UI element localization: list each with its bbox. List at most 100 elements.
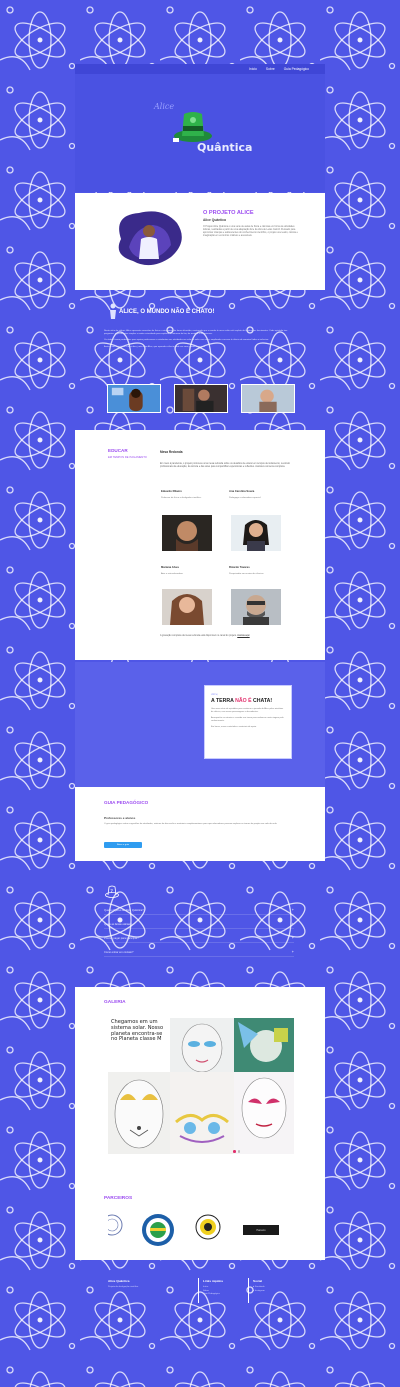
faq-section: ? Qual o objetivo do Alice Quântica? + Q…	[75, 862, 325, 986]
mundo-paragraph: Nesta série de vídeos, Alice apresenta c…	[104, 330, 288, 336]
professional-desc: Pedagoga e educadora especial.	[229, 496, 261, 499]
partner-logo-circle[interactable]	[194, 1213, 222, 1241]
gallery-image[interactable]	[234, 1072, 294, 1154]
video-thumbnail[interactable]	[241, 384, 295, 413]
terra-title: A TERRA NÃO É CHATA!	[211, 698, 285, 704]
professional-photo	[162, 589, 212, 625]
professional-desc: Pesquisador em ensino de ciências.	[229, 572, 265, 575]
mesa-redonda-footer: A gravação completa da mesa redonda está…	[160, 635, 300, 638]
logo-alice-text: Alice	[154, 102, 175, 111]
footer-social-label: Facebook	[254, 1286, 265, 1288]
terra-section: Alice, A TERRA NÃO É CHATA! Uma nova sér…	[75, 662, 325, 787]
professional-photo	[231, 515, 281, 551]
mundo-paragraph: Assista aos episódios e descubra, junto …	[104, 345, 206, 348]
faq-item[interactable]: Preciso pagar para participar? +	[104, 934, 294, 943]
professional-name: Ricardo Tavares	[229, 566, 250, 569]
expand-plus-icon[interactable]: +	[292, 936, 294, 940]
mesa-redonda-description: Em meio à pandemia, o projeto promoveu u…	[160, 463, 290, 469]
footer-social-item[interactable]: ● Instagram	[253, 1290, 265, 1294]
expand-plus-icon[interactable]: +	[292, 922, 294, 926]
top-navbar: Início Sobre Guia Pedagógico	[75, 64, 325, 74]
mesa-redonda-link[interactable]: Assista aqui	[237, 635, 249, 637]
terra-paragraph: Uma nova série de episódios para continu…	[211, 708, 284, 714]
faq-question: Como entrar em contato?	[104, 950, 134, 954]
footer-divider	[198, 1278, 199, 1303]
faq-question: Preciso pagar para participar?	[104, 936, 139, 940]
gallery-image[interactable]	[170, 1018, 234, 1072]
professional-name: Mariana Alves	[161, 566, 179, 569]
projeto-subtitle: Alice Quântica	[203, 218, 226, 222]
projeto-title: O PROJETO ALICE	[203, 210, 254, 216]
gallery-image[interactable]	[234, 1018, 294, 1072]
professional-desc: Atriz e arte-educadora.	[161, 572, 184, 575]
hero-section: Alice Quântica	[75, 74, 325, 192]
terra-title-part: A TERRA	[211, 698, 236, 704]
terra-title-part: CHATA!	[251, 698, 273, 704]
professional-photo	[162, 515, 212, 551]
terra-description: Uma nova série de episódios para continu…	[211, 708, 285, 729]
projeto-description: O Projeto Alice Quântica é uma série de …	[203, 226, 298, 238]
question-hat-icon: ?	[105, 885, 119, 898]
download-guia-button[interactable]: Baixe o guia	[104, 842, 142, 848]
projeto-section: O PROJETO ALICE Alice Quântica O Projeto…	[75, 193, 325, 290]
guia-title: GUIA PEDAGÓGICO	[104, 800, 149, 805]
footer-heading: Social	[253, 1279, 263, 1283]
parceiros-title: PARCEIROS	[104, 1196, 133, 1201]
educar-subtitle: EM TEMPOS DE ISOLAMENTO	[108, 456, 147, 459]
logo-quantica-text: Quântica	[197, 141, 253, 154]
professional-card: Ricardo Tavares Pesquisador em ensino de…	[229, 566, 293, 576]
guia-description: O guia pedagógico reúne sugestões de ati…	[104, 823, 278, 825]
professional-photo	[231, 589, 281, 625]
alice-figure-icon	[110, 303, 116, 319]
professional-name: Ana Carolina Souza	[229, 490, 255, 493]
pagination-dot[interactable]	[237, 1150, 240, 1153]
nav-inicio[interactable]: Início	[249, 67, 257, 71]
footer-divider	[248, 1278, 249, 1303]
mundo-paragraph: Os vídeos foram produzidos para apoiar p…	[104, 339, 269, 342]
gallery-image[interactable]	[108, 1072, 170, 1154]
professional-card: Mariana Alves Atriz e arte-educadora.	[161, 566, 225, 576]
footer-link[interactable]: Guia Pedagógico	[203, 1293, 223, 1297]
svg-text:?: ?	[110, 889, 113, 895]
terra-small-label: Alice,	[211, 692, 219, 696]
guia-section: GUIA PEDAGÓGICO Professores e alunos O g…	[75, 787, 325, 861]
educar-section: EDUCAR EM TEMPOS DE ISOLAMENTO Mesa Redo…	[75, 430, 325, 660]
footer-social-label: Instagram	[254, 1289, 265, 1292]
nav-guia-pedagogico[interactable]: Guia Pedagógico	[284, 67, 309, 71]
mundo-description: Nesta série de vídeos, Alice apresenta c…	[104, 330, 296, 352]
terra-paragraph: Acompanhe as estreias e convide sua turm…	[211, 717, 284, 723]
footer-heading: Links rápidos	[203, 1279, 224, 1283]
galeria-section: GALERIA Chegamos em um sistema solar. No…	[75, 987, 325, 1260]
faq-item[interactable]: Qual o objetivo do Alice Quântica? +	[104, 906, 294, 915]
gallery-image[interactable]	[170, 1072, 234, 1154]
faq-item[interactable]: Como entrar em contato? +	[104, 948, 294, 957]
professional-card: Ana Carolina Souza Pedagoga e educadora …	[229, 490, 293, 500]
professional-name: Eduardo Ribeiro	[161, 490, 182, 493]
partner-logo-badge[interactable]	[141, 1213, 175, 1247]
professional-desc: Professor de física e divulgador científ…	[161, 496, 202, 499]
alice-portrait-image	[118, 211, 182, 266]
video-thumbnail[interactable]	[174, 384, 228, 413]
gallery-pagination[interactable]	[233, 1150, 240, 1153]
expand-plus-icon[interactable]: +	[292, 908, 294, 912]
terra-title-highlight: NÃO É	[235, 698, 252, 704]
gallery-image-caption[interactable]: Chegamos em um sistema solar. Nosso plan…	[108, 1018, 170, 1072]
professional-card: Eduardo Ribeiro Professor de física e di…	[161, 490, 225, 500]
site-footer: Alice Quântica Projeto de divulgação cie…	[75, 1268, 325, 1328]
terra-card: Alice, A TERRA NÃO É CHATA! Uma nova sér…	[204, 685, 292, 759]
mundo-title: ALICE, O MUNDO NÃO É CHATO!	[119, 309, 215, 315]
partner-logo-seal[interactable]	[108, 1213, 128, 1237]
mesa-redonda-footer-text: A gravação completa da mesa redonda está…	[160, 635, 237, 637]
nav-sobre[interactable]: Sobre	[266, 67, 275, 71]
faq-question: Quais as faixas etárias?	[104, 922, 132, 926]
footer-col-about: Alice Quântica Projeto de divulgação cie…	[108, 1279, 138, 1290]
mesa-redonda-title: Mesa Redonda	[160, 450, 183, 454]
pagination-dot[interactable]	[233, 1150, 236, 1153]
top-hat-logo-icon	[173, 112, 212, 142]
faq-question: Qual o objetivo do Alice Quântica?	[104, 908, 144, 912]
partner-logo-banner[interactable]: Parceiro	[243, 1225, 279, 1235]
expand-plus-icon[interactable]: +	[292, 950, 294, 954]
video-thumbnail[interactable]	[107, 384, 161, 413]
faq-item[interactable]: Quais as faixas etárias? +	[104, 920, 294, 929]
guia-subtitle: Professores e alunos	[104, 816, 136, 820]
